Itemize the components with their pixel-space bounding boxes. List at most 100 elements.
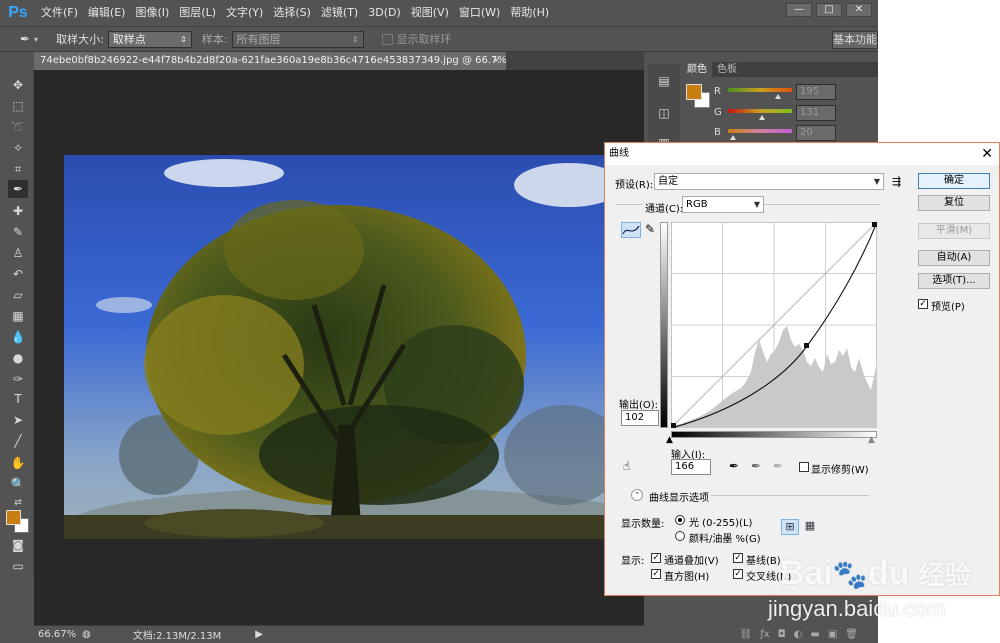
sample-size-select[interactable]: 取样点 ⇕ (107, 30, 192, 48)
white-eyedropper-icon[interactable]: ✒ (773, 459, 783, 473)
quick-mask-icon[interactable]: ◙ (8, 536, 28, 554)
preset-select[interactable]: 自定 ▼ (654, 173, 884, 190)
healing-brush-tool-icon[interactable]: ✚ (8, 202, 28, 220)
curve-control-point[interactable] (804, 343, 809, 348)
move-tool-icon[interactable]: ✥ (8, 76, 28, 94)
tool-preset-chevron-icon[interactable]: ▾ (34, 35, 38, 44)
channel-overlays-checkbox[interactable]: ✓ (651, 553, 661, 563)
document-tab[interactable]: 74ebe0bf8b246922-e44f78b4b2d8f20a-621fae… (34, 52, 506, 70)
red-value-field[interactable]: 195 (796, 84, 836, 100)
quick-select-tool-icon[interactable]: ✧ (8, 139, 28, 157)
baseline-checkbox[interactable]: ✓ (733, 553, 743, 563)
menu-file[interactable]: 文件(F) (36, 0, 83, 26)
menu-window[interactable]: 窗口(W) (454, 0, 505, 26)
ok-button[interactable]: 确定 (918, 173, 990, 189)
green-value-field[interactable]: 131 (796, 105, 836, 121)
marquee-tool-icon[interactable]: ⬚ (8, 97, 28, 115)
brush-tool-icon[interactable]: ✎ (8, 223, 28, 241)
status-menu-arrow-icon[interactable]: ▶ (255, 629, 263, 640)
tab-swatches[interactable]: 色板 (712, 62, 742, 77)
pencil-icon[interactable]: ✎ (645, 222, 655, 236)
menu-image[interactable]: 图像(I) (130, 0, 174, 26)
menu-type[interactable]: 文字(Y) (221, 0, 268, 26)
input-field[interactable]: 166 (671, 459, 711, 475)
clone-stamp-tool-icon[interactable]: ♙ (8, 244, 28, 262)
eyedropper-tool-icon[interactable]: ✒ (8, 180, 28, 198)
add-mask-icon[interactable]: ◘ (778, 629, 786, 640)
close-tab-icon[interactable]: × (492, 52, 500, 70)
path-selection-tool-icon[interactable]: ➤ (8, 411, 28, 429)
curve-graph[interactable] (671, 222, 877, 428)
zoom-level[interactable]: 66.67% (38, 629, 78, 640)
show-ring-checkbox[interactable] (381, 33, 393, 45)
menu-help[interactable]: 帮助(H) (505, 0, 554, 26)
black-point-slider-icon[interactable]: ▲ (666, 435, 673, 445)
canvas-area[interactable] (34, 70, 644, 625)
grid-4x4-button[interactable]: ⊞ (781, 519, 799, 535)
menu-edit[interactable]: 编辑(E) (83, 0, 131, 26)
grid-10x10-icon[interactable]: ▦ (803, 519, 817, 535)
new-layer-icon[interactable]: ▣ (828, 629, 837, 640)
properties-panel-icon[interactable]: ◫ (654, 104, 674, 122)
menu-view[interactable]: 视图(V) (406, 0, 454, 26)
options-button[interactable]: 选项(T)... (918, 273, 990, 289)
minimize-icon[interactable]: — (786, 3, 812, 17)
hand-tool-icon[interactable]: ✋ (8, 454, 28, 472)
screen-mode-icon[interactable]: ▭ (8, 557, 28, 575)
blur-tool-icon[interactable]: 💧 (8, 328, 28, 346)
channel-select[interactable]: RGB ▼ (682, 196, 764, 213)
menu-3d[interactable]: 3D(D) (363, 0, 406, 26)
reset-button[interactable]: 复位 (918, 195, 990, 211)
close-window-icon[interactable]: ✕ (846, 3, 872, 17)
dodge-tool-icon[interactable]: ● (8, 349, 28, 367)
eyedropper-tool-icon[interactable]: ✒ (20, 32, 30, 46)
sample-select[interactable]: 所有图层 ⇕ (231, 30, 364, 48)
smooth-button[interactable]: 平滑(M) (918, 223, 990, 239)
expand-display-options-button[interactable]: ⌃ (631, 489, 643, 501)
eraser-tool-icon[interactable]: ▱ (8, 286, 28, 304)
link-layers-icon[interactable]: ⛓ (740, 629, 753, 640)
gradient-tool-icon[interactable]: ▦ (8, 307, 28, 325)
lasso-tool-icon[interactable]: ➰ (8, 118, 28, 136)
red-slider-track[interactable] (728, 88, 792, 92)
blue-slider-track[interactable] (728, 129, 792, 133)
menu-select[interactable]: 选择(S) (268, 0, 316, 26)
output-field[interactable]: 102 (621, 410, 659, 426)
curve-endpoint-black[interactable] (671, 423, 676, 428)
maximize-icon[interactable]: □ (816, 3, 842, 17)
line-tool-icon[interactable]: ╱ (8, 432, 28, 450)
menu-layer[interactable]: 图层(L) (174, 0, 221, 26)
curve-endpoint-white[interactable] (872, 222, 877, 227)
fx-icon[interactable]: ƒx (760, 629, 769, 640)
delete-layer-icon[interactable]: 🗑 (845, 629, 858, 640)
show-clipping-checkbox[interactable] (799, 462, 809, 472)
histogram-checkbox[interactable]: ✓ (651, 569, 661, 579)
green-slider-track[interactable] (728, 109, 792, 113)
pen-tool-icon[interactable]: ✑ (8, 370, 28, 388)
close-dialog-icon[interactable]: ✕ (981, 143, 993, 165)
type-tool-icon[interactable]: T (8, 390, 28, 408)
workspace-switcher-button[interactable]: 基本功能 (832, 31, 878, 49)
crop-tool-icon[interactable]: ⌗ (8, 160, 28, 178)
auto-button[interactable]: 自动(A) (918, 250, 990, 266)
preset-options-icon[interactable]: ⇶ (892, 175, 901, 188)
blue-slider-thumb[interactable] (730, 135, 736, 140)
zoom-tool-icon[interactable]: 🔍 (8, 475, 28, 493)
red-slider-thumb[interactable] (775, 94, 781, 99)
blue-value-field[interactable]: 20 (796, 125, 836, 141)
intersection-line-checkbox[interactable]: ✓ (733, 569, 743, 579)
tab-color[interactable]: 颜色 (682, 62, 712, 77)
gray-eyedropper-icon[interactable]: ✒ (751, 459, 761, 473)
preview-checkbox[interactable]: ✓ (918, 299, 928, 309)
curve-edit-mode-button[interactable] (621, 222, 641, 238)
green-slider-thumb[interactable] (759, 115, 765, 120)
panel-fg-swatch[interactable] (686, 84, 702, 100)
menu-filter[interactable]: 滤镜(T) (316, 0, 363, 26)
adjustment-layer-icon[interactable]: ◐ (794, 629, 803, 640)
foreground-color-swatch[interactable] (6, 510, 21, 525)
pigment-radio[interactable] (675, 531, 685, 541)
white-point-slider-icon[interactable]: ▲ (868, 435, 875, 445)
status-icon[interactable]: ◍ (82, 629, 91, 640)
history-panel-icon[interactable]: ▤ (654, 72, 674, 90)
light-radio[interactable] (675, 515, 685, 525)
